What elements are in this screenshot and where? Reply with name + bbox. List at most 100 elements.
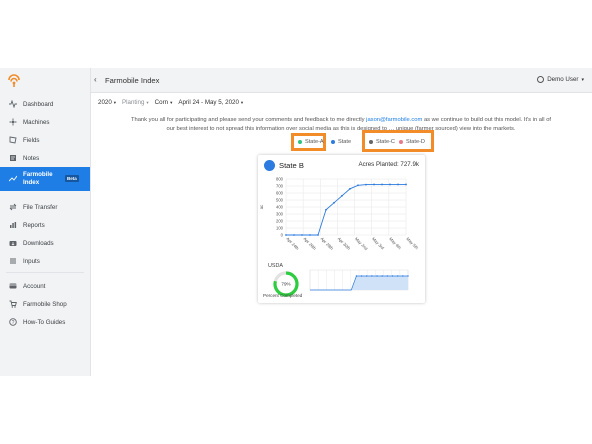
y-tick-label: 700 (276, 184, 284, 189)
sidebar-item-file-transfer[interactable]: File Transfer (0, 200, 90, 214)
data-point (317, 234, 319, 236)
chevron-down-icon: ▾ (581, 76, 584, 83)
data-point (405, 183, 407, 186)
reports-icon (9, 221, 17, 229)
activity-select[interactable]: Planting ▾ (122, 99, 149, 106)
y-axis-label: ac (259, 205, 264, 209)
app-window: Dashboard Machines Fields Notes Farmobil… (0, 68, 592, 376)
user-avatar-icon (537, 76, 545, 83)
data-point (397, 183, 399, 186)
data-point (386, 275, 389, 277)
sidebar-item-farmobile-index[interactable]: Farmobile Index Beta (0, 167, 90, 191)
chevron-down-icon: ▾ (170, 100, 173, 105)
sidebar-item-how-to-guides[interactable]: ? How-To Guides (0, 315, 90, 329)
sidebar-item-label: Account (23, 282, 46, 290)
data-point (407, 275, 409, 277)
year-select[interactable]: 2020 ▾ (98, 99, 116, 106)
inputs-icon (9, 257, 17, 265)
svg-text:?: ? (12, 320, 15, 326)
help-icon: ? (9, 318, 17, 326)
x-tick-label: Apr 30th (337, 236, 352, 251)
crop-select[interactable]: Corn ▾ (155, 99, 173, 106)
sidebar-item-label: Farmobile Shop (23, 300, 67, 308)
chevron-down-icon: ▾ (113, 100, 117, 105)
x-tick-label: Apr 24th (285, 236, 300, 251)
sidebar-item-label: Machines (23, 118, 50, 126)
state-name: State B (279, 161, 304, 170)
data-point (391, 275, 394, 277)
sidebar-item-farmobile-shop[interactable]: Farmobile Shop (0, 297, 90, 311)
farmobile-logo-icon[interactable] (7, 72, 21, 88)
data-point (396, 275, 399, 277)
data-point (365, 183, 367, 186)
data-point (360, 275, 363, 277)
sidebar-item-label: Farmobile Index (23, 171, 53, 186)
account-icon (9, 282, 17, 290)
sidebar-item-label: How-To Guides (23, 318, 66, 326)
top-header: ‹ Farmobile Index Demo User ▾ (91, 68, 592, 93)
y-tick-label: 200 (276, 219, 284, 224)
machine-icon (9, 118, 17, 126)
x-tick-label: Apr 28th (320, 236, 335, 251)
sidebar-item-label: Reports (23, 221, 45, 229)
sidebar-item-label: Downloads (23, 239, 54, 247)
sidebar-item-downloads[interactable]: Downloads (0, 236, 90, 250)
x-tick-label: May 4th (388, 236, 403, 251)
data-point (402, 275, 404, 277)
sidebar-item-account[interactable]: Account (0, 279, 90, 293)
data-point (355, 275, 358, 277)
sidebar-item-label: Dashboard (23, 100, 54, 108)
sidebar-item-machines[interactable]: Machines (0, 115, 90, 129)
sidebar-item-fields[interactable]: Fields (0, 133, 90, 147)
data-point (357, 184, 359, 187)
legend-item-state-d[interactable]: State-D (399, 139, 425, 145)
series-line (286, 184, 406, 236)
y-tick-label: 300 (276, 212, 284, 217)
data-point (341, 194, 343, 197)
filter-bar: 2020 ▾ Planting ▾ Corn ▾ April 24 - May 5, … (98, 99, 249, 106)
sidebar-item-inputs[interactable]: Inputs (0, 254, 90, 268)
notes-icon (9, 154, 17, 162)
legend-dot (331, 140, 335, 144)
data-point (325, 208, 327, 211)
user-menu[interactable]: Demo User ▾ (537, 76, 584, 83)
legend-item-state-c[interactable]: State-C (369, 139, 395, 145)
x-tick-label: Apr 26th (302, 236, 317, 251)
email-link[interactable]: jason@farmobile.com (366, 117, 422, 123)
x-tick-label: May 2nd (354, 236, 369, 251)
sidebar-item-label: Fields (23, 136, 40, 144)
data-point (373, 183, 375, 186)
beta-badge: Beta (65, 175, 79, 182)
sidebar-item-reports[interactable]: Reports (0, 218, 90, 232)
legend-item-state[interactable]: State (331, 139, 351, 145)
percent-completed-label: Percent Completed (263, 293, 303, 298)
pulse-icon (9, 100, 17, 108)
data-point (371, 275, 373, 277)
data-point (301, 234, 303, 236)
y-tick-label: 100 (276, 226, 284, 231)
date-range-select[interactable]: April 24 - May 5, 2020 ▾ (178, 99, 243, 106)
data-point (389, 183, 391, 186)
legend-item-state-a[interactable]: State-A (298, 139, 324, 145)
sidebar-item-notes[interactable]: Notes (0, 151, 90, 165)
y-tick-label: 500 (276, 198, 284, 203)
acres-planted: Acres Planted: 727.9k (358, 161, 419, 168)
page-title: Farmobile Index (105, 76, 160, 85)
state-card: State B Acres Planted: 727.9k 0 100 200 300… (258, 155, 425, 303)
legend-dot (399, 140, 403, 144)
chevron-down-icon: ▾ (146, 100, 149, 105)
transfer-icon (9, 203, 17, 211)
download-icon (9, 239, 17, 247)
y-tick-label: 600 (276, 191, 284, 196)
sidebar-item-label: Inputs (23, 257, 40, 265)
trend-icon (9, 175, 17, 183)
usda-area-chart (309, 269, 409, 291)
sidebar-item-dashboard[interactable]: Dashboard (0, 97, 90, 111)
data-point (309, 234, 311, 236)
chevron-left-icon[interactable]: ‹ (94, 75, 97, 84)
data-point (381, 275, 383, 277)
x-tick-label: May 3rd (371, 236, 386, 251)
sidebar: Dashboard Machines Fields Notes Farmobil… (0, 68, 91, 376)
gauge-text: 79% (281, 282, 290, 287)
sidebar-item-label: File Transfer (23, 203, 58, 211)
